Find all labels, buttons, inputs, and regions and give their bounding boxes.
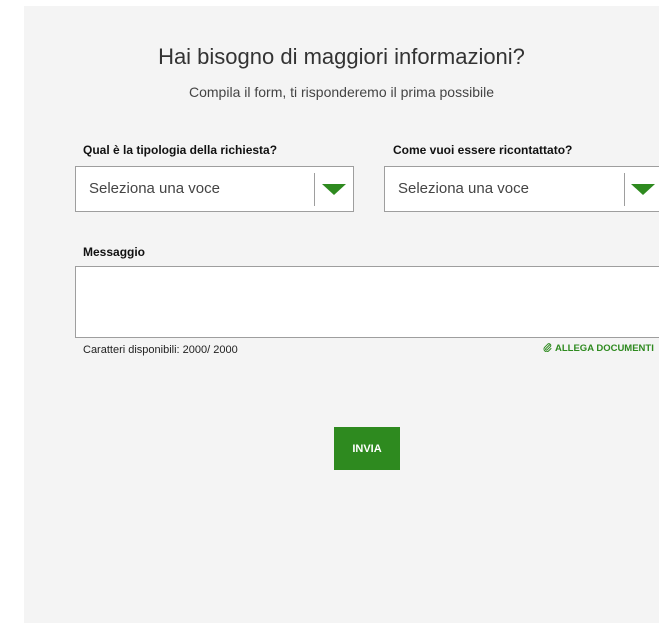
attach-documents-link[interactable]: ALLEGA DOCUMENTI — [543, 343, 654, 354]
submit-button[interactable]: INVIA — [334, 427, 400, 470]
attach-documents-label: ALLEGA DOCUMENTI — [555, 343, 654, 354]
request-type-label: Qual è la tipologia della richiesta? — [83, 143, 278, 157]
select-divider — [624, 173, 625, 206]
contact-method-label: Come vuoi essere ricontattato? — [393, 143, 573, 157]
contact-form-panel: Hai bisogno di maggiori informazioni? Co… — [24, 6, 659, 623]
character-counter: Caratteri disponibili: 2000/ 2000 — [83, 344, 238, 356]
select-divider — [314, 173, 315, 206]
request-type-selected-value: Seleziona una voce — [89, 180, 220, 197]
chevron-down-icon[interactable] — [631, 184, 655, 195]
message-label: Messaggio — [83, 245, 146, 259]
form-title: Hai bisogno di maggiori informazioni? — [158, 44, 525, 69]
chevron-down-icon[interactable] — [322, 184, 346, 195]
message-textarea[interactable] — [75, 266, 659, 338]
request-type-select[interactable]: Seleziona una voce — [75, 166, 354, 212]
contact-method-select[interactable]: Seleziona una voce — [384, 166, 659, 212]
paperclip-icon — [543, 343, 552, 354]
contact-method-selected-value: Seleziona una voce — [398, 180, 529, 197]
form-subtitle: Compila il form, ti risponderemo il prim… — [189, 84, 494, 100]
